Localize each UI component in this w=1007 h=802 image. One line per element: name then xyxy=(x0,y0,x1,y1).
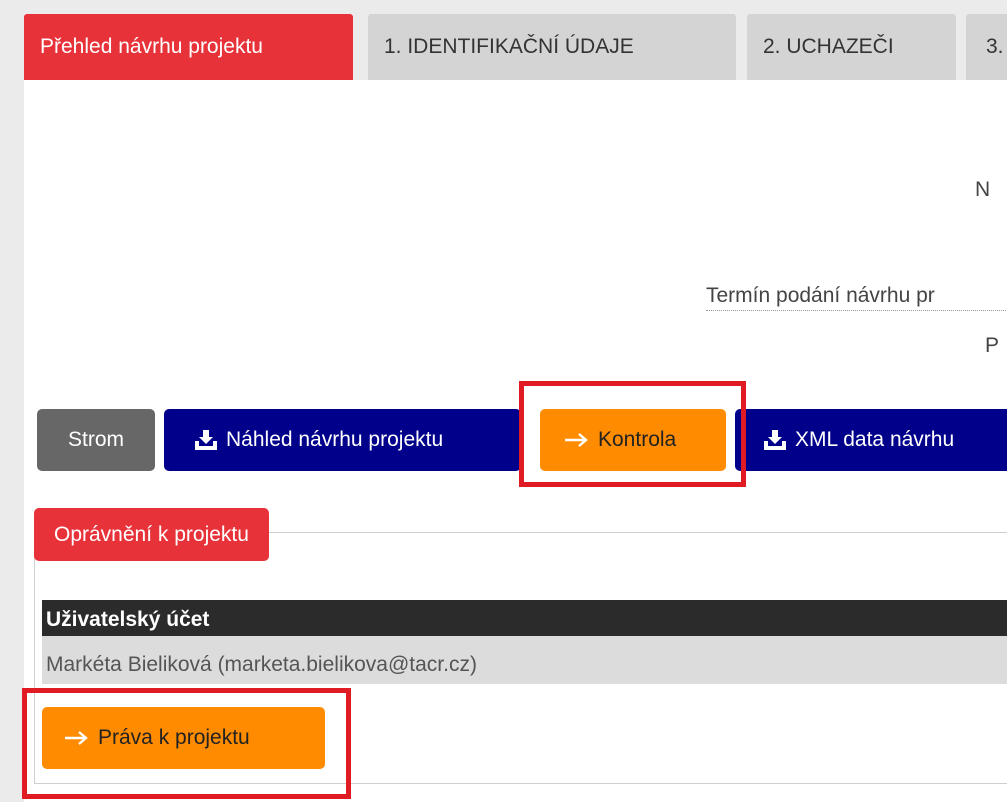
highlight-box xyxy=(22,688,351,799)
project-info-line: P xyxy=(985,334,1000,357)
xml-data-button[interactable]: XML data návrhu xyxy=(735,409,1007,471)
column-header-user-account: Uživatelský účet xyxy=(46,608,210,631)
highlight-box xyxy=(519,381,746,487)
table-header: Uživatelský účet xyxy=(42,600,1007,636)
submission-deadline-label: Termín podání návrhu pr xyxy=(706,284,1007,311)
tab-bar: Přehled návrhu projektu 1. IDENTIFIKAČNÍ… xyxy=(24,14,1007,80)
download-icon xyxy=(194,430,218,451)
table-row[interactable]: Markéta Bieliková (marketa.bielikova@tac… xyxy=(42,636,1007,684)
tab-project-overview[interactable]: Přehled návrhu projektu xyxy=(24,14,353,80)
tree-button-label: Strom xyxy=(67,428,124,451)
tab-section-3[interactable]: 3. xyxy=(966,14,1007,80)
tab-applicants[interactable]: 2. UCHAZEČI xyxy=(747,14,956,80)
download-icon xyxy=(763,430,787,451)
tab-label: Přehled návrhu projektu xyxy=(40,35,263,58)
tab-label: 3. xyxy=(986,35,1004,58)
project-preview-label: Náhled návrhu projektu xyxy=(226,428,444,451)
tab-label: 2. UCHAZEČI xyxy=(763,35,894,58)
project-info-line: N xyxy=(975,178,991,201)
xml-data-label: XML data návrhu xyxy=(795,428,955,451)
permissions-legend: Oprávnění k projektu xyxy=(34,508,269,561)
tree-button[interactable]: Strom xyxy=(37,409,155,471)
tab-identification-data[interactable]: 1. IDENTIFIKAČNÍ ÚDAJE xyxy=(368,14,736,80)
tab-label: 1. IDENTIFIKAČNÍ ÚDAJE xyxy=(384,35,634,58)
project-preview-button[interactable]: Náhled návrhu projektu xyxy=(164,409,521,471)
user-account-cell: Markéta Bieliková (marketa.bielikova@tac… xyxy=(46,653,477,676)
